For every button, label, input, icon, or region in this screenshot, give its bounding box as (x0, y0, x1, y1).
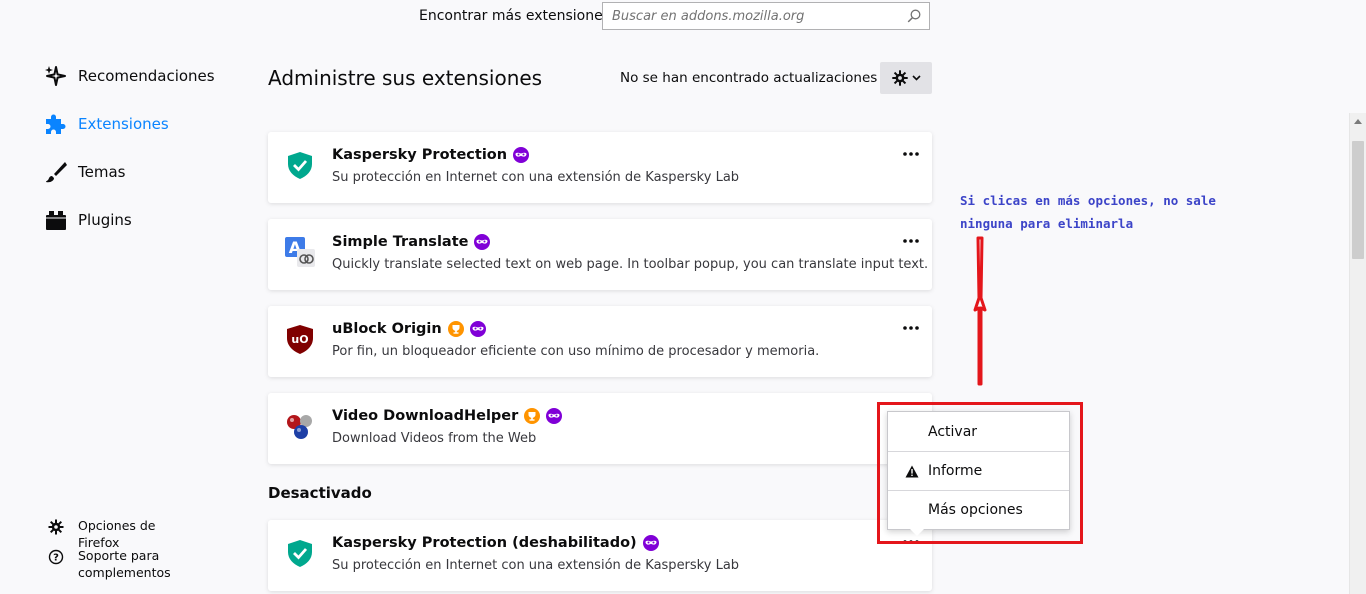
addon-description: Quickly translate selected text on web p… (332, 257, 929, 272)
addon-description: Su protección en Internet con una extens… (332, 558, 740, 573)
page-scrollbar[interactable] (1349, 113, 1366, 594)
chevron-up-icon (1354, 119, 1362, 124)
tools-menu-button[interactable] (880, 62, 932, 94)
addon-description: Su protección en Internet con una extens… (332, 170, 740, 185)
search-icon[interactable] (907, 9, 921, 23)
private-browsing-badge-icon (469, 321, 486, 337)
addons-manager-page: Encontrar más extensiones Recomendacione… (0, 0, 1366, 594)
search-input[interactable] (603, 3, 902, 29)
addon-card-kaspersky[interactable]: Kaspersky Protection Su protección en In… (268, 132, 932, 203)
addon-name: Kaspersky Protection (332, 147, 508, 163)
brush-icon (44, 160, 68, 184)
sidebar: Recomendaciones Extensiones Temas Plugin… (0, 0, 240, 594)
addon-card-video-downloadhelper[interactable]: Video DownloadHelper Download Videos fro… (268, 393, 932, 464)
addon-description: Download Videos from the Web (332, 431, 537, 446)
sparkle-icon (44, 64, 68, 88)
scroll-up-button[interactable] (1350, 113, 1366, 130)
page-title: Administre sus extensiones (268, 66, 543, 90)
recommended-badge-icon (524, 408, 541, 424)
addon-card-simple-translate[interactable]: A Simple Translate Quickly translate sel… (268, 219, 932, 290)
more-options-button[interactable] (900, 318, 922, 338)
update-status: No se han encontrado actualizaciones (620, 70, 878, 86)
ublock-shield-icon: uO (287, 325, 313, 354)
more-options-button[interactable] (900, 144, 922, 164)
sidebar-item-themes[interactable]: Temas (44, 157, 125, 187)
sidebar-item-label: Plugins (78, 211, 132, 229)
addon-name: Video DownloadHelper (332, 408, 519, 424)
help-icon: ? (46, 547, 66, 567)
footer-item-label: Opciones de Firefox (78, 518, 156, 550)
sidebar-item-label: Recomendaciones (78, 67, 215, 85)
annotation-arrow-icon (973, 236, 987, 386)
translate-icon: A (285, 237, 315, 267)
addon-description: Por fin, un bloqueador eficiente con uso… (332, 344, 820, 359)
sidebar-item-plugins[interactable]: Plugins (44, 205, 132, 235)
disabled-section-heading: Desactivado (268, 484, 372, 502)
video-balls-icon (287, 415, 312, 439)
kaspersky-shield-icon (288, 152, 312, 179)
sidebar-item-extensions[interactable]: Extensiones (44, 109, 169, 139)
puzzle-icon (44, 112, 68, 136)
annotation-text: Si clicas en más opciones, no sale ningu… (960, 193, 1216, 231)
more-options-button[interactable] (900, 231, 922, 251)
sidebar-item-recommendations[interactable]: Recomendaciones (44, 61, 215, 91)
annotation-highlight-box (877, 402, 1083, 544)
addon-card-kaspersky-disabled[interactable]: Kaspersky Protection (deshabilitado) Su … (268, 520, 932, 591)
addon-name: Simple Translate (332, 234, 469, 250)
chevron-down-icon (911, 75, 921, 81)
gear-icon (46, 517, 66, 537)
private-browsing-badge-icon (642, 535, 659, 551)
search-box[interactable] (602, 2, 930, 30)
more-dots-icon (903, 326, 919, 330)
private-browsing-badge-icon (474, 234, 491, 250)
private-browsing-badge-icon (513, 147, 530, 163)
svg-text:?: ? (53, 553, 59, 564)
addon-card-ublock[interactable]: uO uBlock Origin Por fin, un bloqueador … (268, 306, 932, 377)
plugin-icon (44, 208, 68, 232)
scroll-thumb[interactable] (1352, 141, 1364, 259)
sidebar-item-label: Extensiones (78, 115, 169, 133)
sidebar-item-label: Temas (78, 163, 126, 181)
private-browsing-badge-icon (546, 408, 563, 424)
more-dots-icon (903, 152, 919, 156)
addon-name: Kaspersky Protection (deshabilitado) (332, 535, 637, 551)
recommended-badge-icon (447, 321, 464, 337)
find-more-label: Encontrar más extensiones (419, 8, 611, 24)
kaspersky-shield-icon (288, 540, 312, 567)
footer-item-label: Soporte para complementos (78, 548, 171, 580)
addons-support-link[interactable]: ? Soporte para complementos (46, 547, 198, 581)
gear-icon (891, 70, 908, 86)
addon-name: uBlock Origin (332, 321, 442, 337)
svg-text:uO: uO (291, 333, 308, 346)
more-dots-icon (903, 239, 919, 243)
firefox-options-link[interactable]: Opciones de Firefox (46, 517, 198, 551)
